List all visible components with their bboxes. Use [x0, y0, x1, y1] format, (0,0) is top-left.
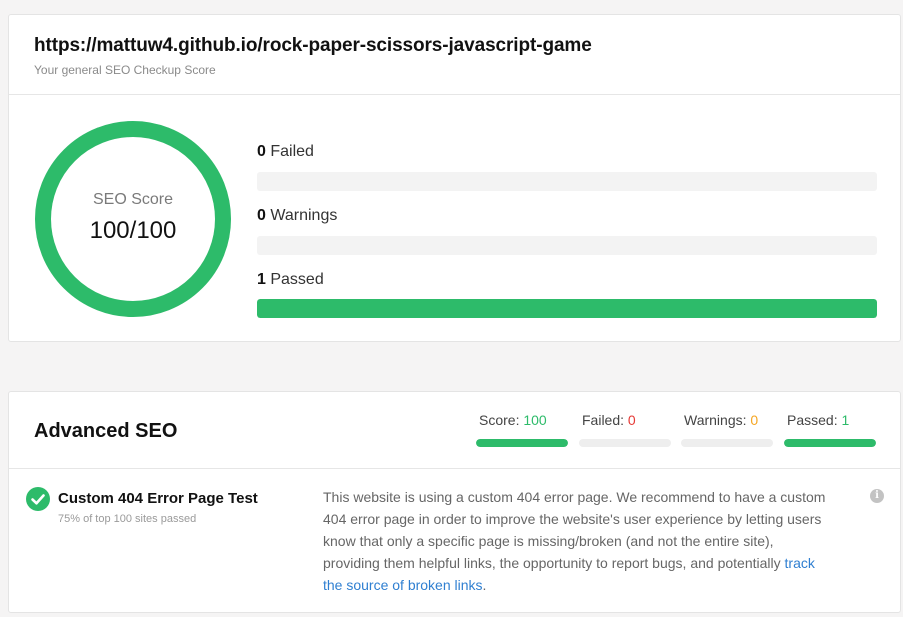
summary-failed: Failed: 0	[582, 412, 636, 428]
summary-score-label: Score:	[479, 412, 520, 428]
summary-passed-bar-fill	[784, 439, 876, 447]
seo-summary-card: https://mattuw4.github.io/rock-paper-sci…	[8, 14, 901, 342]
passed-label: Passed	[270, 271, 324, 288]
summary-passed-value: 1	[841, 412, 850, 428]
summary-score: Score: 100	[479, 412, 547, 428]
summary-warnings: Warnings: 0	[684, 412, 758, 428]
check-circle-icon	[26, 487, 50, 511]
test-description: This website is using a custom 404 error…	[323, 486, 833, 596]
warnings-stat: 0 Warnings	[257, 207, 337, 225]
summary-score-bar	[476, 439, 568, 447]
summary-passed-bar	[784, 439, 876, 447]
summary-failed-label: Failed:	[582, 412, 625, 428]
test-description-end: .	[482, 577, 487, 593]
summary-score-value: 100	[523, 412, 547, 428]
divider	[9, 468, 900, 469]
seo-score-label: SEO Score	[92, 191, 174, 208]
summary-passed: Passed: 1	[787, 412, 849, 428]
summary-score-bar-fill	[476, 439, 568, 447]
passed-count: 1	[257, 271, 266, 288]
summary-warnings-value: 0	[750, 412, 759, 428]
summary-failed-value: 0	[627, 412, 636, 428]
seo-score-value: 100/100	[89, 217, 177, 244]
test-description-text: This website is using a custom 404 error…	[323, 489, 826, 571]
summary-warnings-label: Warnings:	[684, 412, 747, 428]
warnings-label: Warnings	[270, 207, 338, 224]
summary-passed-label: Passed:	[787, 412, 838, 428]
page-subtitle: Your general SEO Checkup Score	[34, 63, 216, 77]
failed-stat: 0 Failed	[257, 143, 314, 161]
advanced-seo-title: Advanced SEO	[34, 420, 178, 442]
failed-label: Failed	[270, 143, 314, 160]
advanced-seo-card: Advanced SEO Score: 100 Failed: 0 Warnin…	[8, 391, 901, 613]
passed-bar-fill	[257, 299, 877, 318]
page-url-title: https://mattuw4.github.io/rock-paper-sci…	[34, 35, 592, 56]
summary-warnings-bar	[681, 439, 773, 447]
failed-bar	[257, 172, 877, 191]
seo-score-ring: SEO Score 100/100	[33, 119, 233, 319]
failed-count: 0	[257, 143, 266, 160]
warnings-count: 0	[257, 207, 266, 224]
passed-stat: 1 Passed	[257, 271, 324, 289]
test-pass-rate: 75% of top 100 sites passed	[58, 513, 197, 525]
warnings-bar	[257, 236, 877, 255]
divider	[9, 94, 900, 95]
summary-failed-bar	[579, 439, 671, 447]
test-name: Custom 404 Error Page Test	[58, 490, 258, 507]
passed-bar	[257, 299, 877, 318]
info-icon[interactable]: i	[870, 489, 884, 503]
